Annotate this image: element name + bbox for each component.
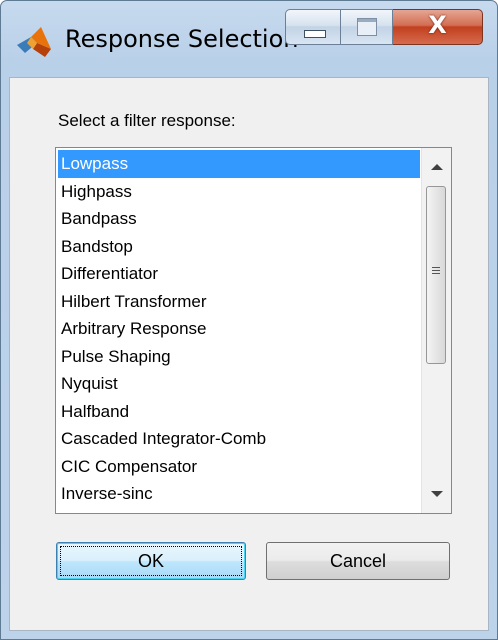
list-item-hilbert-transformer[interactable]: Hilbert Transformer (58, 288, 420, 316)
scroll-up-arrow-icon[interactable] (431, 164, 443, 170)
maximize-icon (357, 18, 377, 36)
list-item-pulse-shaping[interactable]: Pulse Shaping (58, 343, 420, 371)
maximize-button[interactable] (341, 9, 393, 45)
grip-icon (432, 267, 440, 276)
dialog-window: Response Selection X Select a filter res… (0, 0, 498, 640)
title-bar[interactable]: Response Selection X (1, 1, 497, 77)
minimize-icon (304, 30, 326, 38)
cancel-button[interactable]: Cancel (266, 542, 450, 580)
list-item-cic-compensator[interactable]: CIC Compensator (58, 453, 420, 481)
list-item-differentiator[interactable]: Differentiator (58, 260, 420, 288)
list-item-inverse-sinc[interactable]: Inverse-sinc (58, 480, 420, 508)
scrollbar-thumb[interactable] (426, 186, 446, 364)
list-item-cascaded-integrator-comb[interactable]: Cascaded Integrator-Comb (58, 425, 420, 453)
vertical-scrollbar[interactable] (421, 148, 451, 513)
list-item-bandpass[interactable]: Bandpass (58, 205, 420, 233)
list-item-bandstop[interactable]: Bandstop (58, 233, 420, 261)
list-item-lowpass[interactable]: Lowpass (58, 150, 420, 178)
prompt-label: Select a filter response: (58, 111, 236, 130)
minimize-button[interactable] (285, 9, 341, 45)
list-item-halfband[interactable]: Halfband (58, 398, 420, 426)
list-item-nyquist[interactable]: Nyquist (58, 370, 420, 398)
response-list: Lowpass Highpass Bandpass Bandstop Diffe… (58, 150, 420, 508)
list-item-highpass[interactable]: Highpass (58, 178, 420, 206)
scroll-down-arrow-icon[interactable] (431, 491, 443, 497)
close-button[interactable]: X (393, 9, 483, 45)
close-icon: X (428, 11, 447, 39)
window-title: Response Selection (65, 25, 299, 53)
response-listbox[interactable]: Lowpass Highpass Bandpass Bandstop Diffe… (55, 147, 452, 514)
matlab-logo-icon (17, 27, 51, 57)
ok-button[interactable]: OK (56, 542, 246, 580)
list-item-arbitrary-response[interactable]: Arbitrary Response (58, 315, 420, 343)
dialog-body: Select a filter response: Lowpass Highpa… (9, 77, 489, 631)
